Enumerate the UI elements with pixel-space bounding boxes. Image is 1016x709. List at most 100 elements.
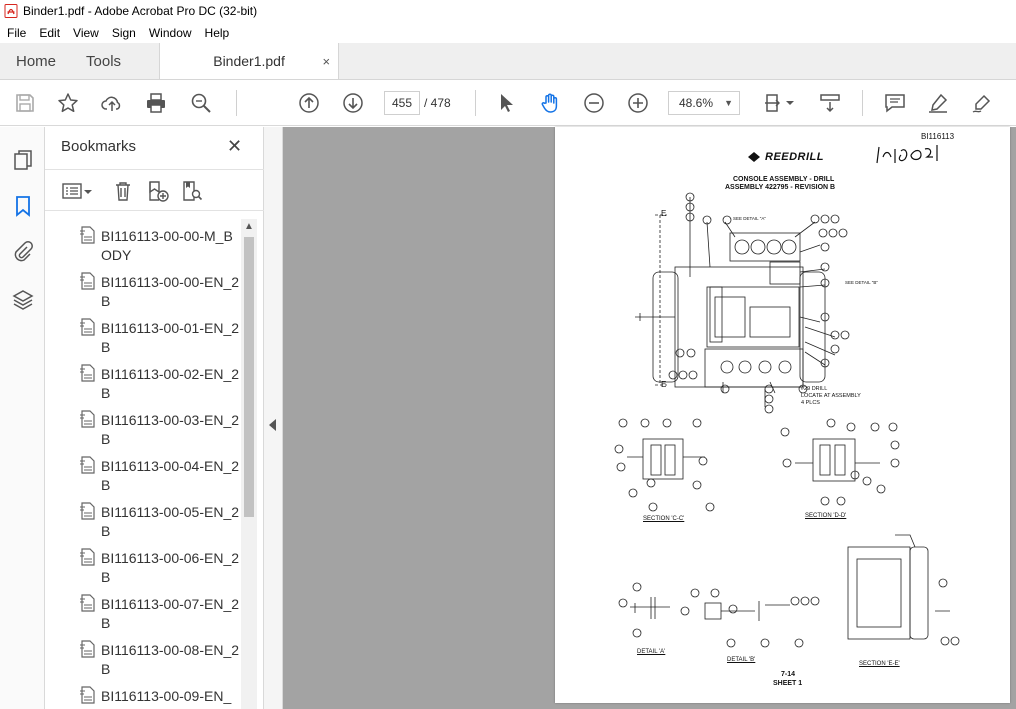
- bookmark-page-icon: [80, 640, 95, 658]
- print-icon[interactable]: [144, 91, 168, 115]
- zoom-out-icon[interactable]: [582, 91, 606, 115]
- menu-help[interactable]: Help: [198, 26, 236, 40]
- tab-bar: Home Tools Binder1.pdf ×: [0, 43, 1016, 80]
- logo-text: REEDRILL: [765, 151, 824, 163]
- sheet-label: SHEET 1: [773, 680, 803, 687]
- acrobat-app-icon: [4, 4, 18, 18]
- drawing-heading-1: CONSOLE ASSEMBLY - DRILL: [733, 176, 835, 183]
- bookmark-item[interactable]: BI116113-00-05-EN_2B: [45, 495, 241, 541]
- section-marker-e-bottom: E: [661, 380, 667, 389]
- document-canvas[interactable]: BI116113 REEDRILL CONSOLE ASSEMBLY - DRI…: [283, 127, 1016, 709]
- menu-file[interactable]: File: [0, 26, 32, 40]
- bookmark-page-icon: [80, 272, 95, 290]
- bookmark-label: BI116113-00-05-EN_2B: [101, 504, 240, 539]
- page-total: / 478: [424, 96, 451, 110]
- save-icon[interactable]: [13, 91, 37, 115]
- scrollbar-thumb[interactable]: [244, 237, 254, 517]
- page-number-input[interactable]: 455: [384, 91, 420, 115]
- bookmark-item[interactable]: BI116113-00-08-EN_2B: [45, 633, 241, 679]
- find-bookmark-icon[interactable]: [180, 179, 204, 203]
- previous-page-icon[interactable]: [297, 91, 321, 115]
- part-balloons: [668, 192, 850, 414]
- scroll-up-icon[interactable]: ▲: [244, 221, 254, 232]
- next-page-icon[interactable]: [341, 91, 365, 115]
- attachment-paperclip-icon[interactable]: [10, 239, 36, 265]
- window-title: Binder1.pdf - Adobe Acrobat Pro DC (32-b…: [23, 4, 258, 18]
- bookmark-item[interactable]: BI116113-00-09-EN_: [45, 679, 241, 709]
- bookmark-item[interactable]: BI116113-00-03-EN_2B: [45, 403, 241, 449]
- tab-document[interactable]: Binder1.pdf ×: [159, 43, 340, 79]
- bookmark-page-icon: [80, 226, 95, 244]
- close-panel-icon[interactable]: ✕: [227, 136, 242, 157]
- bookmark-item[interactable]: BI116113-00-01-EN_2B: [45, 311, 241, 357]
- lower-control-panel: [704, 348, 804, 388]
- bookmarks-scrollbar[interactable]: ▲: [241, 219, 257, 709]
- pdf-page: BI116113 REEDRILL CONSOLE ASSEMBLY - DRI…: [555, 127, 1010, 703]
- bookmark-item[interactable]: BI116113-00-04-EN_2B: [45, 449, 241, 495]
- note-locate: LOCATE AT ASSEMBLY: [801, 393, 861, 399]
- scroll-mode-icon[interactable]: [818, 91, 842, 115]
- collapse-arrow-icon[interactable]: [269, 419, 276, 431]
- panel-collapse-strip[interactable]: [264, 127, 283, 709]
- bookmark-item[interactable]: BI116113-00-00-M_BODY: [45, 219, 241, 265]
- note-plcs: 4 PLCS: [801, 400, 820, 406]
- bookmark-icon[interactable]: [10, 193, 36, 219]
- bookmark-item[interactable]: BI116113-00-02-EN_2B: [45, 357, 241, 403]
- bookmark-page-icon: [80, 594, 95, 612]
- bookmark-options-icon[interactable]: [60, 179, 84, 203]
- main-toolbar: [0, 80, 1016, 126]
- section-dd-drawing: [780, 418, 900, 506]
- sign-pen-icon[interactable]: [970, 91, 994, 115]
- bookmarks-title: Bookmarks: [61, 138, 137, 155]
- bookmark-label: BI116113-00-04-EN_2B: [101, 458, 240, 493]
- left-rail: [0, 127, 45, 709]
- menu-sign[interactable]: Sign: [105, 26, 142, 40]
- section-cc-drawing: [614, 418, 715, 512]
- bookmark-label: BI116113-00-07-EN_2B: [101, 596, 240, 631]
- bookmark-page-icon: [80, 364, 95, 382]
- layers-icon[interactable]: [10, 287, 36, 313]
- bookmark-item[interactable]: BI116113-00-00-EN_2B: [45, 265, 241, 311]
- bookmark-item[interactable]: BI116113-00-07-EN_2B: [45, 587, 241, 633]
- hand-tool-icon[interactable]: [538, 91, 562, 115]
- star-icon[interactable]: [56, 91, 80, 115]
- bookmark-page-icon: [80, 318, 95, 336]
- zoom-level-select[interactable]: 48.6% ▼: [668, 91, 740, 115]
- menu-window[interactable]: Window: [142, 26, 198, 40]
- close-tab-icon[interactable]: ×: [322, 54, 330, 69]
- bookmark-label: BI116113-00-02-EN_2B: [101, 366, 240, 401]
- menu-edit[interactable]: Edit: [32, 26, 66, 40]
- bookmark-item[interactable]: BI116113-00-06-EN_2B: [45, 541, 241, 587]
- technical-drawing: [614, 145, 960, 648]
- zoom-level-value: 48.6%: [679, 96, 714, 110]
- page-fit-icon[interactable]: [762, 91, 786, 115]
- detail-b-label: DETAIL 'B': [727, 657, 756, 663]
- bookmark-page-icon: [80, 548, 95, 566]
- comment-icon[interactable]: [883, 91, 907, 115]
- section-marker-e-top: E: [661, 209, 667, 218]
- zoom-in-icon[interactable]: [626, 91, 650, 115]
- upload-cloud-icon[interactable]: [100, 91, 124, 115]
- menu-bar: File Edit View Sign Window Help: [0, 22, 1016, 43]
- delete-trash-icon[interactable]: [111, 179, 135, 203]
- tab-home[interactable]: Home: [0, 43, 70, 79]
- tab-tools[interactable]: Tools: [70, 43, 135, 79]
- highlight-pen-icon[interactable]: [926, 91, 950, 115]
- bookmarks-panel: Bookmarks ✕ BI116113-00-00-M_BODY BI1161…: [45, 127, 264, 709]
- chevron-down-icon[interactable]: [784, 91, 796, 115]
- bookmark-page-icon: [80, 686, 95, 704]
- see-detail-a: SEE DETAIL "A": [733, 216, 766, 221]
- menu-view[interactable]: View: [66, 26, 105, 40]
- page-thumbnails-icon[interactable]: [10, 147, 36, 173]
- detail-b-drawing: [680, 588, 820, 648]
- new-bookmark-icon[interactable]: [146, 179, 170, 203]
- toolbar-separator: [236, 90, 237, 116]
- bookmark-page-icon: [80, 502, 95, 520]
- bookmark-label: BI116113-00-08-EN_2B: [101, 642, 240, 677]
- bookmark-page-icon: [80, 456, 95, 474]
- select-arrow-icon[interactable]: [494, 91, 518, 115]
- options-caret-icon[interactable]: [82, 179, 94, 203]
- document-tab-label: Binder1.pdf: [213, 53, 285, 69]
- zoom-search-icon[interactable]: [189, 91, 213, 115]
- valve-bank: [706, 286, 800, 348]
